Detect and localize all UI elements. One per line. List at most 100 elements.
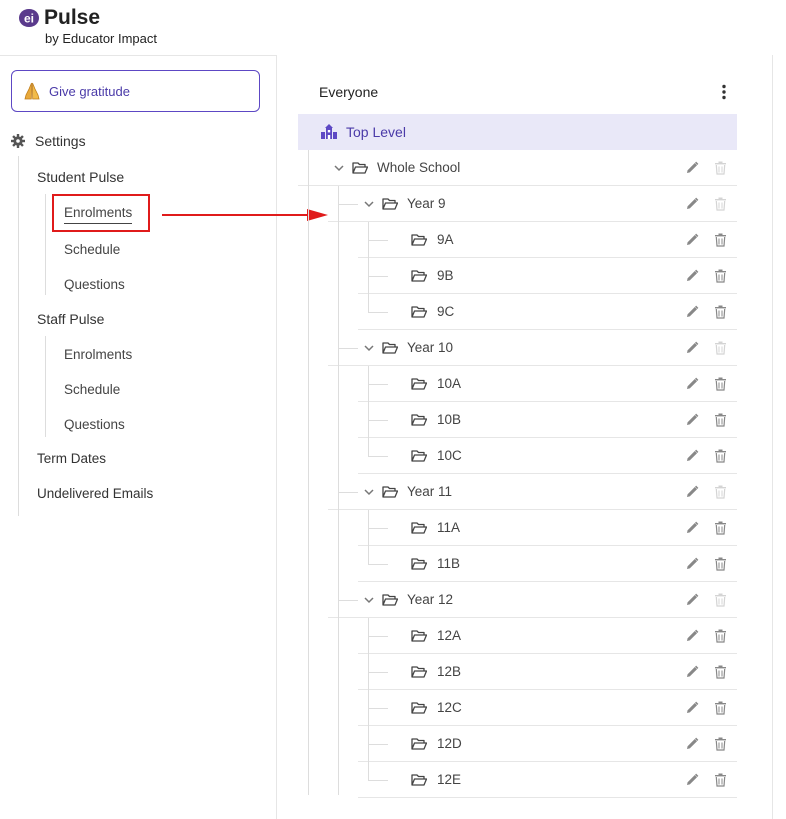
tree-guide-line (368, 222, 369, 312)
tree-connector (368, 384, 388, 385)
folder-open-icon (411, 522, 427, 534)
staff-pulse-rail (45, 336, 46, 437)
trash-icon[interactable] (714, 269, 727, 283)
nav-staff-enrolments[interactable]: Enrolments (64, 347, 132, 362)
folder-open-icon (352, 162, 368, 174)
pencil-icon[interactable] (685, 449, 699, 463)
pencil-icon[interactable] (685, 701, 699, 715)
pencil-icon[interactable] (685, 593, 699, 607)
nav-student-schedule[interactable]: Schedule (64, 242, 120, 257)
tree-connector (368, 312, 388, 313)
sidebar-divider (276, 55, 277, 819)
give-gratitude-label: Give gratitude (49, 83, 130, 99)
folder-open-icon (411, 414, 427, 426)
pencil-icon[interactable] (685, 773, 699, 787)
trash-icon (715, 341, 726, 355)
give-gratitude-button[interactable]: Give gratitude (11, 70, 260, 112)
trash-icon[interactable] (714, 737, 727, 751)
chevron-down-icon[interactable] (363, 342, 375, 354)
trash-icon[interactable] (714, 305, 727, 319)
pencil-icon[interactable] (685, 305, 699, 319)
tree-row-label: Whole School (377, 160, 461, 175)
tree-row-label: 12A (437, 628, 462, 643)
header-divider (0, 55, 276, 56)
nav-staff-schedule[interactable]: Schedule (64, 382, 120, 397)
more-options-icon[interactable] (717, 83, 731, 101)
pencil-icon[interactable] (685, 665, 699, 679)
tree-row-label: 10A (437, 376, 462, 391)
student-pulse-rail (45, 194, 46, 295)
nav-staff-pulse[interactable]: Staff Pulse (37, 311, 104, 327)
trash-icon[interactable] (714, 773, 727, 787)
tree-connector (368, 780, 388, 781)
tree-row-label: Year 9 (407, 196, 446, 211)
pencil-icon[interactable] (685, 557, 699, 571)
trash-icon (715, 593, 726, 607)
tree-connector (368, 420, 388, 421)
pencil-icon[interactable] (685, 521, 699, 535)
folder-open-icon (411, 630, 427, 642)
nav-student-questions[interactable]: Questions (64, 277, 125, 292)
tree-connector (368, 276, 388, 277)
folder-open-icon (411, 738, 427, 750)
trash-icon[interactable] (714, 377, 727, 391)
chevron-down-icon[interactable] (363, 198, 375, 210)
tree-row-label: 12C (437, 700, 462, 715)
nav-student-pulse[interactable]: Student Pulse (37, 169, 124, 185)
folder-open-icon (411, 666, 427, 678)
chevron-down-icon[interactable] (333, 162, 345, 174)
folder-open-icon (411, 270, 427, 282)
tree-row-label: 9C (437, 304, 455, 319)
tree-guide-line (368, 366, 369, 456)
pencil-icon[interactable] (685, 485, 699, 499)
pencil-icon[interactable] (685, 233, 699, 247)
tree-guide-line (368, 510, 369, 564)
nav-term-dates[interactable]: Term Dates (37, 451, 106, 466)
pencil-icon[interactable] (685, 737, 699, 751)
tree-connector (368, 528, 388, 529)
trash-icon[interactable] (714, 557, 727, 571)
top-level-node[interactable]: Top Level (298, 114, 737, 150)
content-right-divider (772, 55, 773, 819)
praying-hands-icon (24, 82, 40, 100)
tree-row-label: 12D (437, 736, 462, 751)
nav-undelivered-emails[interactable]: Undelivered Emails (37, 486, 153, 501)
folder-open-icon (382, 486, 398, 498)
folder-open-icon (411, 702, 427, 714)
tree-row-label: 9A (437, 232, 454, 247)
trash-icon[interactable] (714, 665, 727, 679)
tree-guide-line (308, 150, 309, 795)
chevron-down-icon[interactable] (363, 486, 375, 498)
pencil-icon[interactable] (685, 197, 699, 211)
app-subtitle: by Educator Impact (45, 31, 157, 46)
trash-icon[interactable] (714, 413, 727, 427)
tree-row-label: 10B (437, 412, 462, 427)
chevron-down-icon[interactable] (363, 594, 375, 606)
tree-row-label: Year 12 (407, 592, 454, 607)
trash-icon[interactable] (714, 233, 727, 247)
settings-label: Settings (35, 133, 86, 149)
folder-open-icon (411, 558, 427, 570)
trash-icon[interactable] (714, 449, 727, 463)
tree-guide-line (338, 186, 339, 795)
pencil-icon[interactable] (685, 377, 699, 391)
folder-open-icon (382, 342, 398, 354)
tree-row-label: 12E (437, 772, 462, 787)
tree-row-label: Year 10 (407, 340, 454, 355)
pencil-icon[interactable] (685, 629, 699, 643)
trash-icon[interactable] (714, 521, 727, 535)
pencil-icon[interactable] (685, 269, 699, 283)
trash-icon (715, 485, 726, 499)
nav-staff-questions[interactable]: Questions (64, 417, 125, 432)
pencil-icon[interactable] (685, 341, 699, 355)
tree-connector (368, 636, 388, 637)
logo-lettering: ei (24, 12, 34, 26)
pencil-icon[interactable] (685, 413, 699, 427)
tree-connector (338, 348, 358, 349)
folder-open-icon (411, 450, 427, 462)
tree-guide-line (368, 618, 369, 780)
trash-icon (715, 197, 726, 211)
trash-icon[interactable] (714, 701, 727, 715)
trash-icon[interactable] (714, 629, 727, 643)
pencil-icon[interactable] (685, 161, 699, 175)
